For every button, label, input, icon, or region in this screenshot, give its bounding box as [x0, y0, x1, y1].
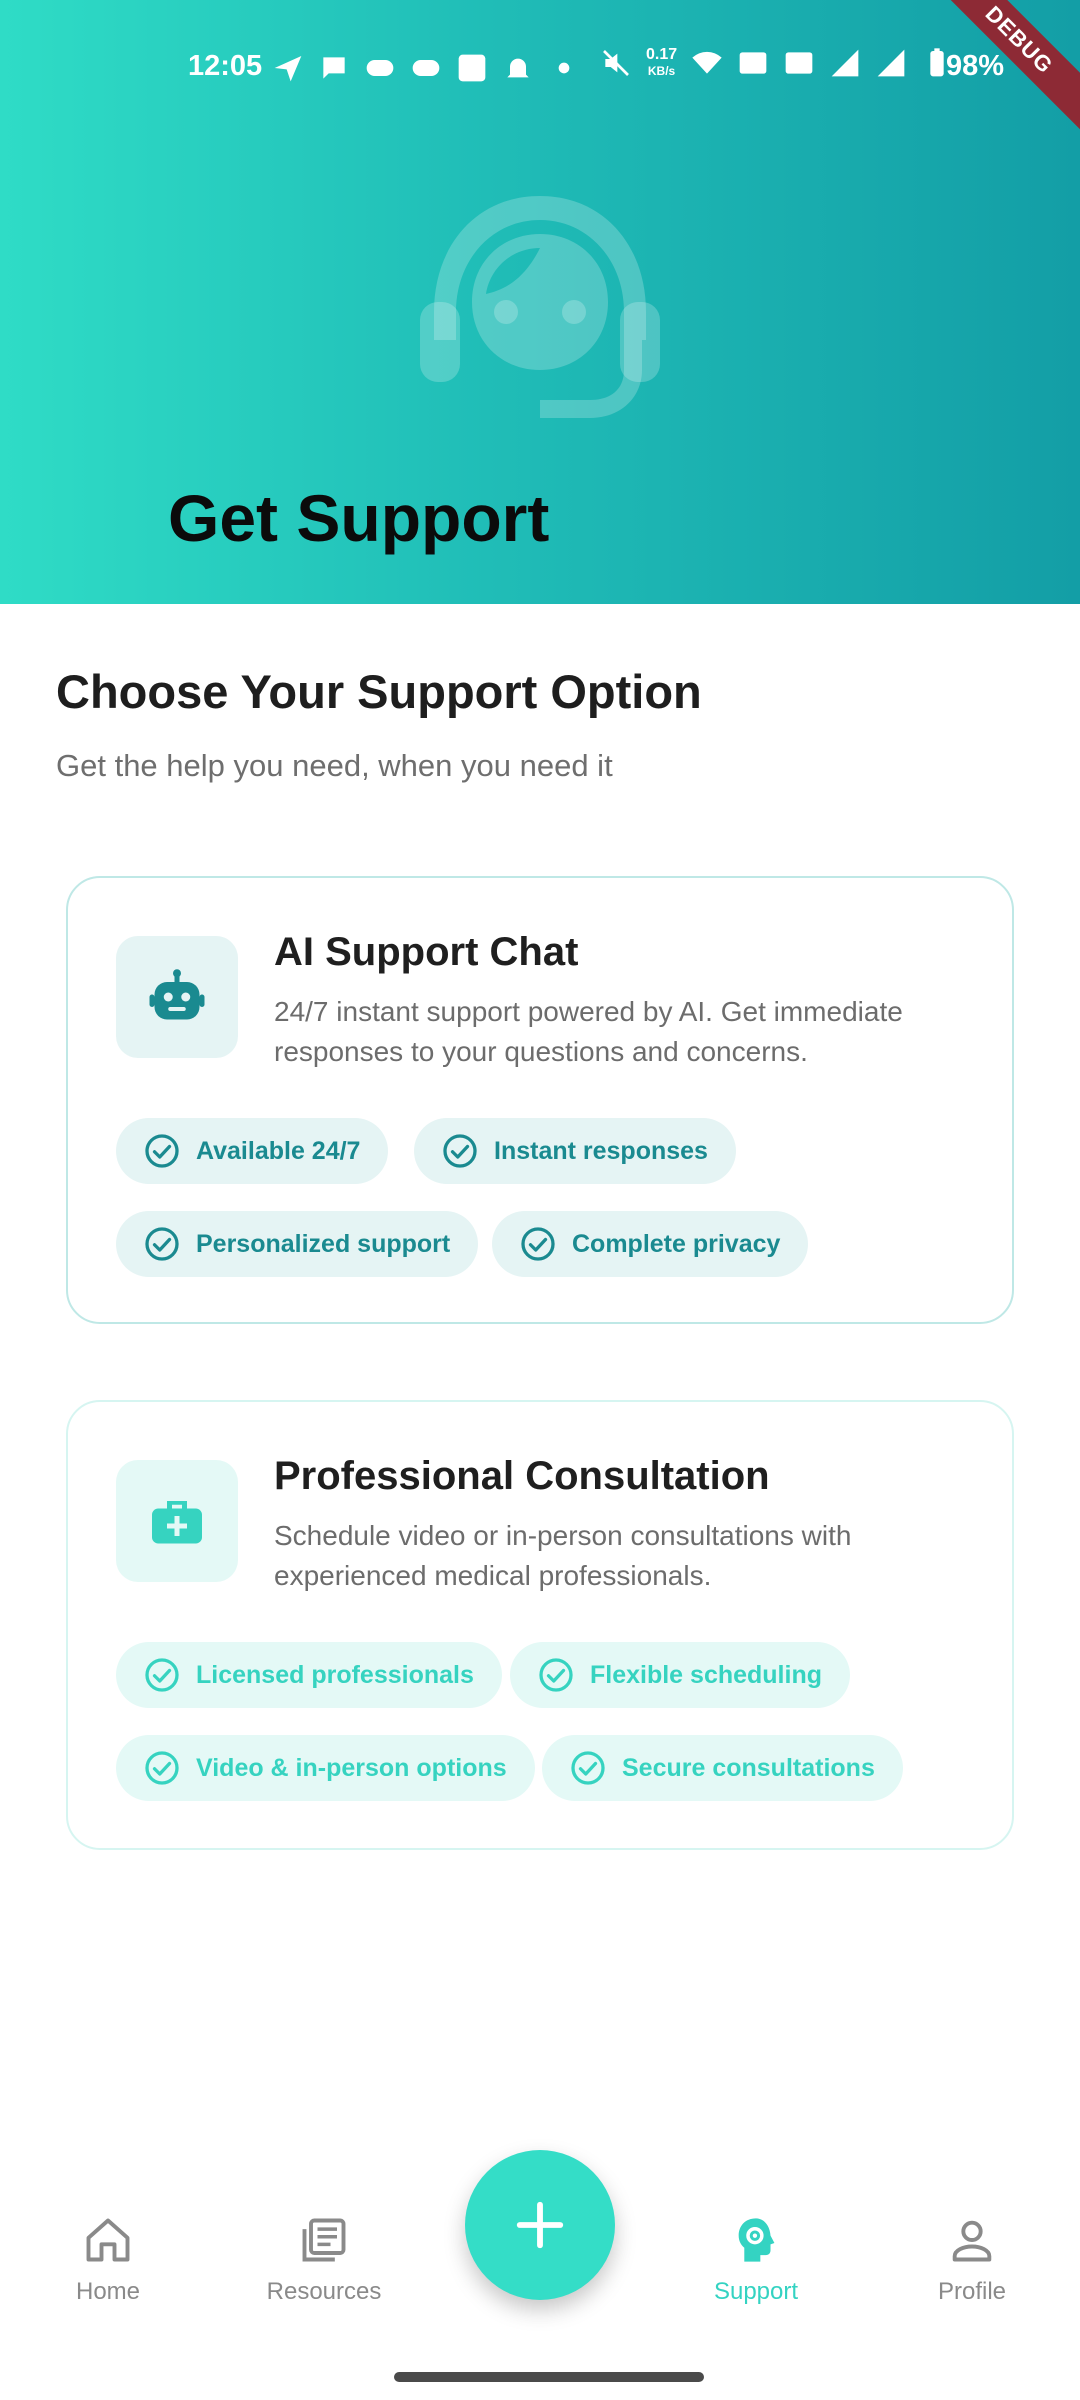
volte-icon: [785, 52, 813, 74]
vowifi-icon: [739, 52, 767, 74]
home-icon: [86, 2218, 130, 2262]
feature-label: Video & in-person options: [196, 1753, 507, 1782]
feature-chip: Video & in-person options: [116, 1735, 535, 1801]
mute-icon: [603, 50, 629, 76]
signal-icon-2: [877, 49, 905, 77]
feature-label: Personalized support: [196, 1229, 451, 1258]
feature-label: Secure consultations: [622, 1753, 875, 1782]
page-title: Get Support: [168, 481, 550, 555]
nav-label: Support: [713, 2278, 799, 2305]
check-circle-icon: [443, 1134, 477, 1168]
feature-label: Licensed professionals: [196, 1660, 474, 1689]
resources-icon: [302, 2218, 346, 2262]
ai-icon-box: [116, 936, 238, 1058]
section-subtitle: Get the help you need, when you need it: [56, 748, 613, 783]
check-circle-icon: [571, 1751, 605, 1785]
feature-chip: Personalized support: [116, 1211, 479, 1277]
nav-item-profile[interactable]: Profile: [872, 2214, 1072, 2306]
feature-chip: Licensed professionals: [116, 1642, 502, 1708]
add-fab-button[interactable]: [465, 2150, 615, 2300]
check-circle-icon: [145, 1751, 179, 1785]
nav-item-resources[interactable]: Resources: [224, 2214, 424, 2306]
check-circle-icon: [539, 1658, 573, 1692]
status-time: 12:05: [188, 50, 263, 82]
game-notification-icon: [366, 60, 394, 76]
notification-icons: [272, 52, 580, 84]
speed-unit: KB/s: [647, 64, 676, 78]
status-bar: 12:05 0.17 KB/s 98%: [0, 40, 1080, 96]
card-title: AI Support Chat: [274, 930, 579, 974]
nav-label: Home: [75, 2278, 141, 2305]
nav-item-home[interactable]: Home: [8, 2214, 208, 2306]
check-circle-icon: [145, 1134, 179, 1168]
professional-consultation-card[interactable]: Professional Consultation Schedule video…: [66, 1400, 1014, 1850]
feature-chip: Instant responses: [414, 1118, 736, 1184]
profile-icon: [952, 2220, 992, 2262]
nav-label: Resources: [266, 2278, 382, 2305]
feature-chip: Complete privacy: [492, 1211, 809, 1277]
feature-label: Instant responses: [494, 1136, 708, 1165]
nav-item-support[interactable]: Support: [656, 2214, 856, 2306]
home-indicator[interactable]: [394, 2372, 704, 2382]
game-notification-icon-2: [412, 60, 440, 76]
battery-percent: 98%: [946, 50, 1005, 82]
speed-value: 0.17: [646, 46, 678, 63]
feature-label: Flexible scheduling: [590, 1660, 822, 1689]
section-title: Choose Your Support Option: [56, 665, 702, 718]
plus-icon: [516, 2201, 564, 2249]
vi-notification-icon: [458, 54, 486, 82]
robot-icon: [149, 969, 205, 1020]
feature-chip: Flexible scheduling: [510, 1642, 850, 1708]
bell-notification-icon: [507, 58, 529, 78]
pro-icon-box: [116, 1460, 238, 1582]
network-speed: 0.17 KB/s: [646, 46, 677, 80]
wifi-icon: [692, 51, 722, 74]
ai-support-chat-card[interactable]: AI Support Chat 24/7 instant support pow…: [66, 876, 1014, 1324]
check-circle-icon: [521, 1227, 555, 1261]
card-description: 24/7 instant support powered by AI. Get …: [274, 996, 903, 1067]
support-icon: [738, 2218, 775, 2262]
feature-chip: Available 24/7: [116, 1118, 389, 1184]
header-banner: 12:05 0.17 KB/s 98% DEBUG Get Support: [0, 0, 1080, 604]
feature-chip: Secure consultations: [542, 1735, 903, 1801]
signal-icon: [831, 49, 859, 77]
check-circle-icon: [145, 1658, 179, 1692]
system-icons: 0.17 KB/s: [600, 46, 953, 80]
dot-icon: [558, 62, 570, 74]
feature-label: Complete privacy: [572, 1229, 781, 1258]
send-notification-icon: [274, 56, 302, 82]
card-description: Schedule video or in-person consultation…: [274, 1520, 852, 1591]
nav-label: Profile: [937, 2278, 1007, 2305]
check-circle-icon: [145, 1227, 179, 1261]
feature-label: Available 24/7: [196, 1136, 361, 1165]
chat-notification-icon: [323, 57, 345, 79]
card-title: Professional Consultation: [274, 1454, 770, 1498]
headset-support-icon: [420, 196, 660, 418]
medical-kit-icon: [152, 1501, 202, 1544]
